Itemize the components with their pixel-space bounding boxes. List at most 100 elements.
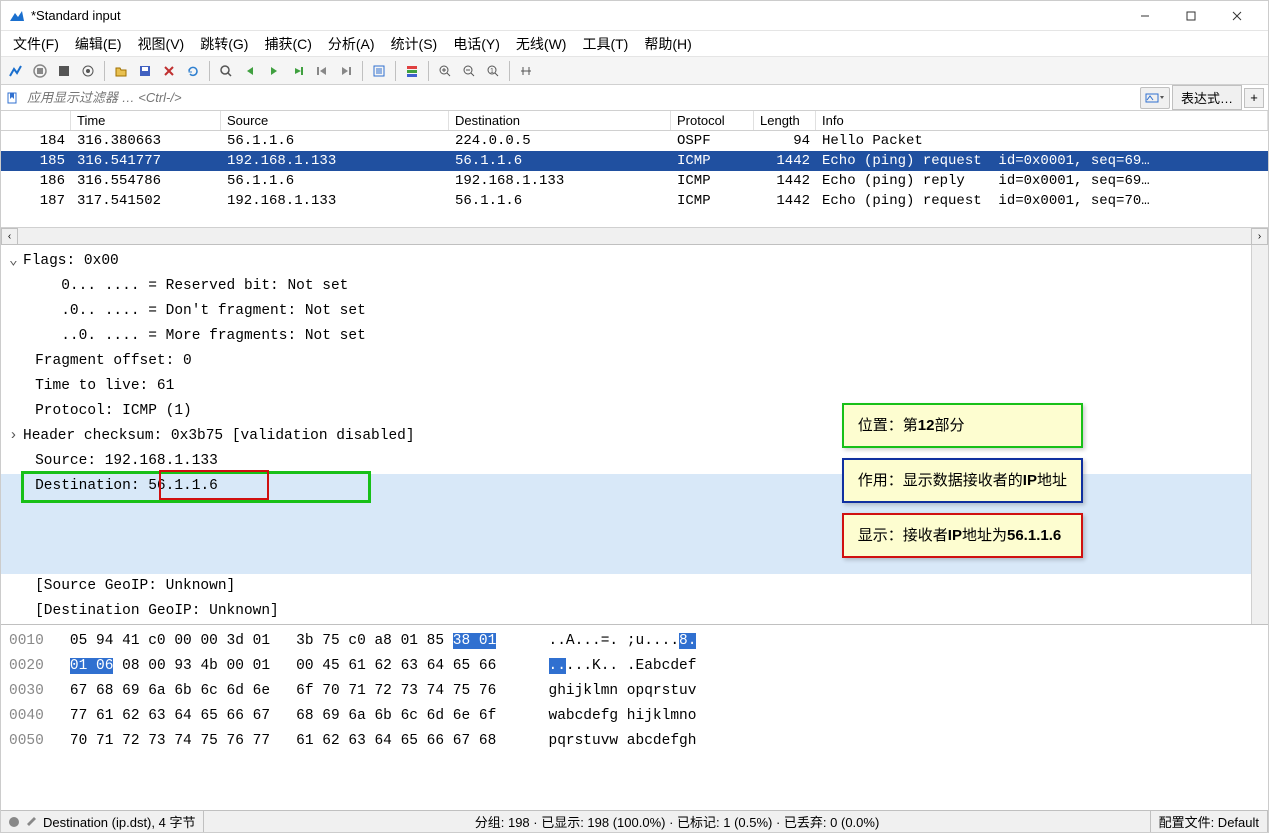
go-first-icon[interactable] bbox=[311, 60, 333, 82]
packet-details-pane[interactable]: ⌄Flags: 0x00 0... .... = Reserved bit: N… bbox=[1, 245, 1268, 625]
status-profile[interactable]: 配置文件: Default bbox=[1151, 811, 1268, 832]
filter-dropdown-icon[interactable] bbox=[1140, 87, 1170, 109]
zoom-out-icon[interactable] bbox=[458, 60, 480, 82]
hex-row[interactable]: 0050 70 71 72 73 74 75 76 77 61 62 63 64… bbox=[9, 729, 1260, 754]
col-header-length[interactable]: Length bbox=[754, 111, 816, 130]
fragment-offset[interactable]: Fragment offset: 0 bbox=[35, 353, 192, 369]
annotation-purpose: 作用：显示数据接收者的IP地址 bbox=[842, 458, 1083, 503]
col-header-info[interactable]: Info bbox=[816, 111, 1268, 130]
statusbar: Destination (ip.dst), 4 字节 分组: 198 · 已显示… bbox=[1, 810, 1268, 832]
status-stats: 分组: 198 · 已显示: 198 (100.0%) · 已标记: 1 (0.… bbox=[204, 811, 1150, 832]
flag-reserved[interactable]: 0... .... = Reserved bit: Not set bbox=[61, 278, 348, 294]
menu-capture[interactable]: 捕获(C) bbox=[258, 32, 317, 56]
menu-analyze[interactable]: 分析(A) bbox=[322, 32, 381, 56]
maximize-button[interactable] bbox=[1168, 1, 1214, 31]
horizontal-scrollbar[interactable]: ‹ › bbox=[1, 227, 1268, 244]
annotation-display: 显示：接收者IP地址为56.1.1.6 bbox=[842, 513, 1083, 558]
add-filter-button[interactable]: + bbox=[1244, 88, 1264, 108]
window-controls bbox=[1122, 1, 1260, 31]
menu-wireless[interactable]: 无线(W) bbox=[510, 32, 573, 56]
menu-tools[interactable]: 工具(T) bbox=[576, 32, 634, 56]
resize-columns-icon[interactable] bbox=[515, 60, 537, 82]
scroll-right-icon[interactable]: › bbox=[1251, 228, 1268, 245]
collapse-icon[interactable]: ⌄ bbox=[9, 249, 23, 274]
status-indicator[interactable]: Destination (ip.dst), 4 字节 bbox=[1, 811, 204, 832]
expression-button[interactable]: 表达式… bbox=[1172, 85, 1242, 110]
toolbar: 1 bbox=[1, 57, 1268, 85]
menu-telephony[interactable]: 电话(Y) bbox=[447, 32, 506, 56]
scroll-left-icon[interactable]: ‹ bbox=[1, 228, 18, 245]
protocol-field[interactable]: Protocol: ICMP (1) bbox=[35, 403, 192, 419]
app-window: *Standard input 文件(F) 编辑(E) 视图(V) 跳转(G) … bbox=[0, 0, 1269, 833]
menu-view[interactable]: 视图(V) bbox=[132, 32, 191, 56]
wireshark-icon bbox=[9, 8, 25, 24]
col-header-time[interactable]: Time bbox=[71, 111, 221, 130]
col-header-destination[interactable]: Destination bbox=[449, 111, 671, 130]
hex-row[interactable]: 0040 77 61 62 63 64 65 66 67 68 69 6a 6b… bbox=[9, 704, 1260, 729]
go-forward-icon[interactable] bbox=[263, 60, 285, 82]
menu-statistics[interactable]: 统计(S) bbox=[385, 32, 444, 56]
destination-label: Destination: bbox=[35, 478, 148, 494]
window-title: *Standard input bbox=[31, 8, 1122, 23]
hex-row[interactable]: 0010 05 94 41 c0 00 00 3d 01 3b 75 c0 a8… bbox=[9, 629, 1260, 654]
expand-icon[interactable]: › bbox=[9, 624, 23, 625]
status-dot-icon bbox=[9, 817, 19, 827]
save-icon[interactable] bbox=[134, 60, 156, 82]
display-filter-input[interactable] bbox=[23, 87, 1136, 109]
stop-capture-icon[interactable] bbox=[29, 60, 51, 82]
packet-list-pane: Time Source Destination Protocol Length … bbox=[1, 111, 1268, 245]
filter-bar: 表达式… + bbox=[1, 85, 1268, 111]
go-last-icon[interactable] bbox=[335, 60, 357, 82]
menu-edit[interactable]: 编辑(E) bbox=[69, 32, 128, 56]
dst-geoip-field[interactable]: [Destination GeoIP: Unknown] bbox=[35, 603, 279, 619]
menu-help[interactable]: 帮助(H) bbox=[638, 32, 697, 56]
minimize-button[interactable] bbox=[1122, 1, 1168, 31]
annotation-position: 位置：第12部分 bbox=[842, 403, 1083, 448]
zoom-reset-icon[interactable]: 1 bbox=[482, 60, 504, 82]
zoom-in-icon[interactable] bbox=[434, 60, 456, 82]
hex-row[interactable]: 0030 67 68 69 6a 6b 6c 6d 6e 6f 70 71 72… bbox=[9, 679, 1260, 704]
svg-text:1: 1 bbox=[490, 68, 494, 75]
find-icon[interactable] bbox=[215, 60, 237, 82]
menu-go[interactable]: 跳转(G) bbox=[194, 32, 254, 56]
colorize-icon[interactable] bbox=[401, 60, 423, 82]
destination-value: 56.1.1.6 bbox=[148, 478, 218, 494]
start-capture-icon[interactable] bbox=[5, 60, 27, 82]
menubar: 文件(F) 编辑(E) 视图(V) 跳转(G) 捕获(C) 分析(A) 统计(S… bbox=[1, 31, 1268, 57]
edit-field-icon bbox=[25, 814, 37, 829]
packet-list-body[interactable]: 184316.38066356.1.1.6224.0.0.5OSPF94Hell… bbox=[1, 131, 1268, 227]
flag-df[interactable]: .0.. .... = Don't fragment: Not set bbox=[61, 303, 366, 319]
go-to-packet-icon[interactable] bbox=[287, 60, 309, 82]
capture-options-icon[interactable] bbox=[77, 60, 99, 82]
flags-field[interactable]: Flags: 0x00 bbox=[23, 253, 119, 269]
packet-row[interactable]: 185316.541777192.168.1.13356.1.1.6ICMP14… bbox=[1, 151, 1268, 171]
close-file-icon[interactable] bbox=[158, 60, 180, 82]
col-header-source[interactable]: Source bbox=[221, 111, 449, 130]
hex-row[interactable]: 0020 01 06 08 00 93 4b 00 01 00 45 61 62… bbox=[9, 654, 1260, 679]
flag-mf[interactable]: ..0. .... = More fragments: Not set bbox=[61, 328, 366, 344]
col-header-protocol[interactable]: Protocol bbox=[671, 111, 754, 130]
bookmark-filter-icon[interactable] bbox=[1, 88, 23, 108]
packet-row[interactable]: 186316.55478656.1.1.6192.168.1.133ICMP14… bbox=[1, 171, 1268, 191]
titlebar: *Standard input bbox=[1, 1, 1268, 31]
reload-icon[interactable] bbox=[182, 60, 204, 82]
annotation-callouts: 位置：第12部分 作用：显示数据接收者的IP地址 显示：接收者IP地址为56.1… bbox=[842, 403, 1083, 558]
source-ip-field[interactable]: Source: 192.168.1.133 bbox=[35, 453, 218, 469]
src-geoip-field[interactable]: [Source GeoIP: Unknown] bbox=[35, 578, 235, 594]
ttl-field[interactable]: Time to live: 61 bbox=[35, 378, 174, 394]
autoscroll-icon[interactable] bbox=[368, 60, 390, 82]
status-field-text: Destination (ip.dst), 4 字节 bbox=[43, 812, 195, 831]
packet-row[interactable]: 187317.541502192.168.1.13356.1.1.6ICMP14… bbox=[1, 191, 1268, 211]
go-back-icon[interactable] bbox=[239, 60, 261, 82]
packet-list-header: Time Source Destination Protocol Length … bbox=[1, 111, 1268, 131]
menu-file[interactable]: 文件(F) bbox=[7, 32, 65, 56]
expand-icon[interactable]: › bbox=[9, 424, 23, 449]
packet-bytes-pane[interactable]: 0010 05 94 41 c0 00 00 3d 01 3b 75 c0 a8… bbox=[1, 625, 1268, 810]
details-scrollbar[interactable] bbox=[1251, 245, 1268, 624]
packet-row[interactable]: 184316.38066356.1.1.6224.0.0.5OSPF94Hell… bbox=[1, 131, 1268, 151]
checksum-field[interactable]: Header checksum: 0x3b75 [validation disa… bbox=[23, 428, 415, 444]
col-header-no[interactable] bbox=[1, 111, 71, 130]
restart-capture-icon[interactable] bbox=[53, 60, 75, 82]
close-button[interactable] bbox=[1214, 1, 1260, 31]
open-file-icon[interactable] bbox=[110, 60, 132, 82]
